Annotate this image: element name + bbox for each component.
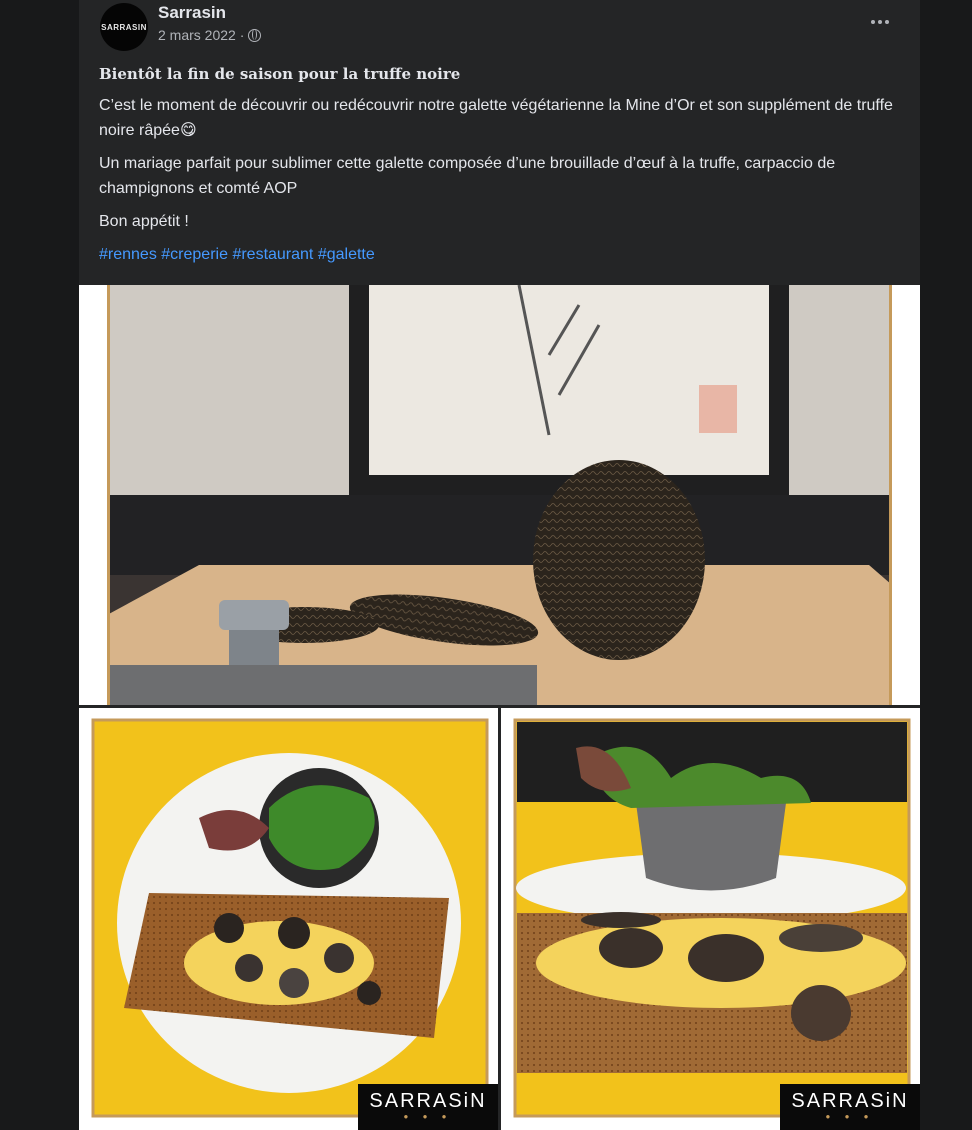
watermark-dots: ● ● ● [403, 1112, 453, 1121]
sarrasin-watermark-logo: SARRASiN ● ● ● [780, 1084, 920, 1130]
sarrasin-watermark-logo: SARRASiN ● ● ● [358, 1084, 498, 1130]
page-background-left [0, 0, 79, 1130]
globe-icon [248, 28, 262, 42]
post-paragraph: C’est le moment de découvrir ou redécouv… [99, 97, 893, 139]
truffle-illustration [107, 285, 892, 705]
hashtags: #rennes #creperie #restaurant #galette [99, 242, 899, 267]
post-meta: 2 mars 2022 · [158, 27, 262, 43]
photo-galette-side-view[interactable]: SARRASiN ● ● ● [501, 708, 920, 1130]
post-paragraph: Bon appétit ! [99, 213, 189, 230]
galette-top-view-illustration [91, 718, 489, 1118]
photo-truffle[interactable] [79, 285, 920, 705]
post-title: Bientôt la fin de saison pour la truffe … [99, 65, 461, 83]
post-paragraph: Un mariage parfait pour sublimer cette g… [99, 155, 836, 197]
author-name[interactable]: Sarrasin [158, 3, 226, 23]
photo-galette-top-view[interactable]: SARRASiN ● ● ● [79, 708, 498, 1130]
hashtag-link[interactable]: #restaurant [232, 246, 313, 263]
post-date[interactable]: 2 mars 2022 · [158, 27, 244, 43]
galette-side-view-illustration [513, 718, 911, 1118]
hashtag-link[interactable]: #creperie [161, 246, 228, 263]
more-options-icon[interactable] [866, 12, 894, 32]
avatar-logo-text: SARRASIN [101, 22, 147, 32]
hashtag-link[interactable]: #rennes [99, 246, 157, 263]
post-body: Bientôt la fin de saison pour la truffe … [99, 62, 899, 267]
hashtag-link[interactable]: #galette [318, 246, 375, 263]
avatar[interactable]: SARRASIN [100, 3, 148, 51]
page-background-right [920, 0, 972, 1130]
watermark-text: SARRASiN [369, 1090, 487, 1112]
watermark-dots: ● ● ● [825, 1112, 875, 1121]
watermark-text: SARRASiN [791, 1090, 909, 1112]
